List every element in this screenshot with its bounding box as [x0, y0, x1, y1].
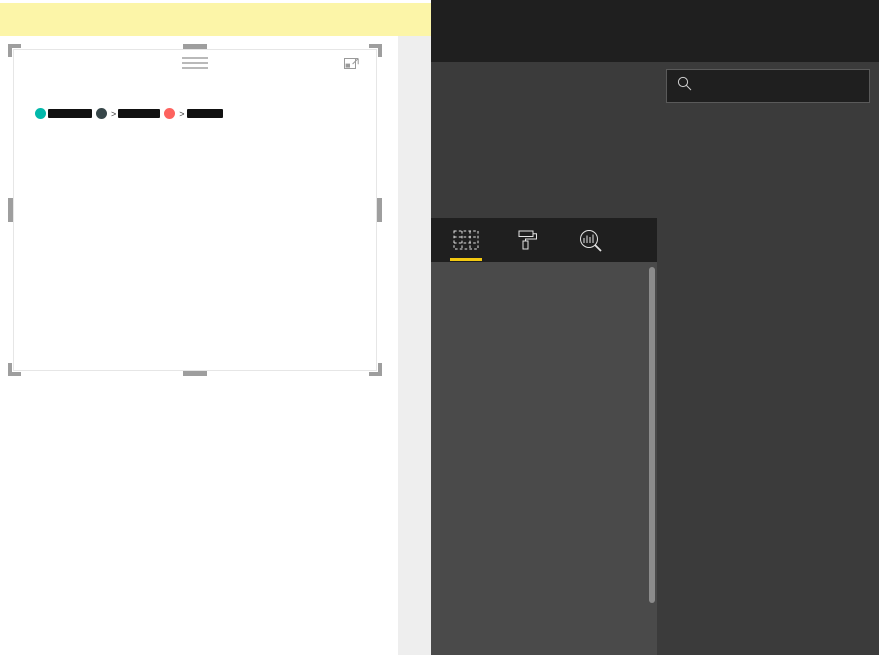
legend-swatch-icon	[164, 108, 176, 119]
chart-legend: > >	[26, 108, 227, 119]
power-bi-report-editor: > >	[0, 0, 879, 655]
drag-handle-icon[interactable]	[182, 57, 208, 69]
canvas-edge-strip	[398, 36, 431, 655]
visualizations-pane-header	[431, 0, 657, 62]
tab-fields[interactable]	[449, 223, 483, 261]
chart-plot-area[interactable]	[14, 128, 378, 372]
stacked-column-chart-visual[interactable]: > >	[13, 49, 377, 371]
visualization-pane-tabs[interactable]	[431, 218, 657, 262]
fields-pane	[657, 0, 879, 655]
visual-header	[14, 50, 376, 77]
legend-label-redacted	[186, 109, 223, 118]
close-icon[interactable]	[404, 10, 422, 28]
visualizations-pane	[431, 0, 657, 655]
legend-label-redacted	[48, 109, 92, 118]
selected-visual-container[interactable]: > >	[8, 44, 382, 376]
legend-separator: >	[179, 108, 185, 119]
search-icon	[677, 76, 692, 96]
field-wells-scroll-area[interactable]	[431, 262, 657, 655]
legend-item-series-1[interactable]	[35, 108, 92, 119]
visualizations-scrollbar[interactable]	[649, 267, 655, 603]
notification-bar	[0, 3, 431, 36]
y-axis	[14, 128, 60, 334]
visualization-type-grid[interactable]	[431, 62, 657, 69]
tab-format[interactable]	[511, 223, 545, 257]
legend-separator: >	[111, 108, 117, 119]
focus-mode-icon[interactable]	[344, 55, 359, 69]
fields-search-wrap	[657, 62, 879, 112]
legend-item-series-3[interactable]: >	[164, 108, 223, 119]
legend-swatch-icon	[96, 108, 107, 119]
legend-item-series-2[interactable]: >	[96, 108, 161, 119]
search-input[interactable]	[701, 78, 877, 94]
report-canvas[interactable]: > >	[0, 0, 431, 655]
search-box[interactable]	[666, 69, 877, 103]
legend-swatch-icon	[35, 108, 46, 119]
legend-label-redacted	[118, 109, 161, 118]
plot-grid	[60, 128, 366, 334]
tab-analytics[interactable]	[573, 223, 607, 257]
fields-pane-header	[657, 0, 879, 62]
